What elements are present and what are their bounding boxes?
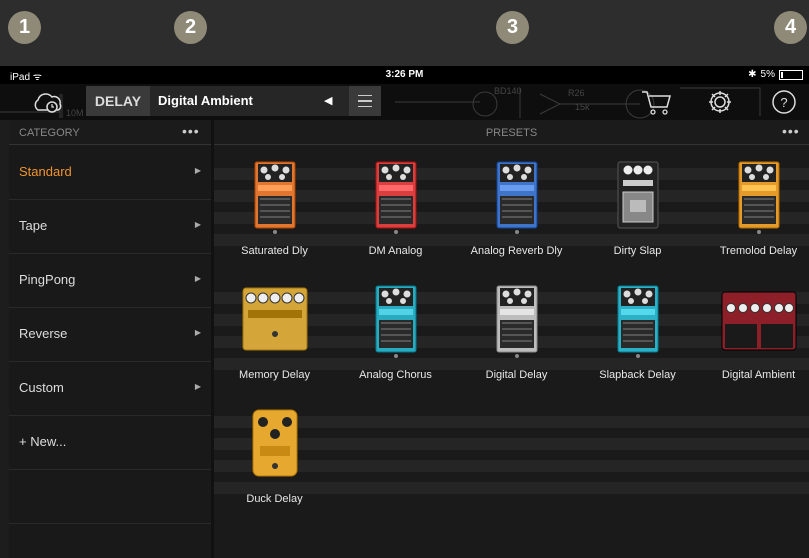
battery-icon xyxy=(779,69,803,80)
status-time: 3:26 PM xyxy=(385,69,424,80)
category-item-pingpong[interactable]: PingPong ▶ xyxy=(9,253,211,308)
category-empty-row xyxy=(9,469,211,524)
battery-status: ✱ 5% xyxy=(748,69,803,80)
preset-label: Dirty Slap xyxy=(613,245,662,257)
preset-dm-analog[interactable]: DM Analog xyxy=(335,160,456,280)
bluetooth-icon: ✱ xyxy=(748,69,757,80)
callout-2: 2 xyxy=(174,11,207,44)
category-more-icon[interactable]: ••• xyxy=(182,123,200,139)
preset-label: Analog Chorus xyxy=(359,369,432,381)
preset-label: Saturated Dly xyxy=(241,245,308,257)
preset-slapback-delay[interactable]: Slapback Delay xyxy=(577,284,698,404)
app-window: iPad ᯤ 3:26 PM ✱ 5% 2n7 10M BD140 R26 15… xyxy=(0,66,809,558)
effect-type-label[interactable]: DELAY xyxy=(86,86,150,116)
category-header: CATEGORY ••• xyxy=(9,120,211,145)
chevron-right-icon: ▶ xyxy=(194,328,201,337)
status-bar: iPad ᯤ 3:26 PM ✱ 5% xyxy=(0,66,809,84)
presets-panel: PRESETS ••• Saturated Dly DM Analog Anal… xyxy=(214,120,809,558)
preset-saturated-dly[interactable]: Saturated Dly xyxy=(214,160,335,280)
schematic-label-10m: 10M xyxy=(66,108,84,118)
callout-1: 1 xyxy=(8,11,41,44)
preset-memory-delay[interactable]: Memory Delay xyxy=(214,284,335,404)
category-item-custom[interactable]: Custom ▶ xyxy=(9,361,211,416)
callout-3: 3 xyxy=(496,11,529,44)
preset-label: Slapback Delay xyxy=(599,369,676,381)
chevron-right-icon: ▶ xyxy=(194,382,201,391)
preset-duck-delay[interactable]: Duck Delay xyxy=(214,408,335,528)
preset-label: Digital Ambient xyxy=(721,369,796,381)
annotation-band: 1 2 3 4 xyxy=(0,0,809,66)
menu-icon xyxy=(358,94,372,97)
preset-digital-ambient[interactable]: Digital Ambient xyxy=(698,284,809,404)
schematic-label-r26: R26 xyxy=(568,88,585,98)
preset-label: DM Analog xyxy=(368,245,423,257)
current-preset-name: Digital Ambient xyxy=(158,93,253,108)
category-title: CATEGORY xyxy=(19,127,80,139)
presets-header: PRESETS ••• xyxy=(214,120,809,145)
cloud-icon[interactable] xyxy=(30,90,66,114)
schematic-label-15k: 15k xyxy=(575,102,590,112)
preset-label: Memory Delay xyxy=(239,369,310,381)
category-item-reverse[interactable]: Reverse ▶ xyxy=(9,307,211,362)
menu-button[interactable] xyxy=(349,86,381,116)
callout-4: 4 xyxy=(774,11,807,44)
svg-text:?: ? xyxy=(780,95,787,110)
preset-digital-delay[interactable]: Digital Delay xyxy=(456,284,577,404)
category-panel: CATEGORY ••• Standard ▶ Tape ▶ PingPong … xyxy=(9,120,211,558)
preset-analog-reverb-dly[interactable]: Analog Reverb Dly xyxy=(456,160,577,280)
category-item-standard[interactable]: Standard ▶ xyxy=(9,145,211,200)
chevron-right-icon: ▶ xyxy=(194,220,201,229)
preset-selector[interactable]: DELAY Digital Ambient ◀ xyxy=(86,86,381,116)
preset-dirty-slap[interactable]: Dirty Slap xyxy=(577,160,698,280)
new-category-button[interactable]: + New... xyxy=(9,415,211,470)
toolbar: 2n7 10M BD140 R26 15k DELAY Digital Ambi… xyxy=(0,84,809,120)
chevron-right-icon: ▶ xyxy=(194,274,201,283)
schematic-label-bd140: BD140 xyxy=(494,86,522,96)
gear-icon[interactable] xyxy=(706,88,734,116)
preset-label: Analog Reverb Dly xyxy=(470,245,563,257)
preset-label: Digital Delay xyxy=(485,369,548,381)
cart-icon[interactable] xyxy=(640,88,674,116)
help-icon[interactable]: ? xyxy=(770,88,798,116)
preset-label: Tremolod Delay xyxy=(719,245,798,257)
previous-arrow-icon[interactable]: ◀ xyxy=(324,94,332,107)
presets-title: PRESETS xyxy=(485,127,538,139)
presets-more-icon[interactable]: ••• xyxy=(782,123,800,139)
preset-tremolod-delay[interactable]: Tremolod Delay xyxy=(698,160,809,280)
preset-analog-chorus[interactable]: Analog Chorus xyxy=(335,284,456,404)
chevron-right-icon: ▶ xyxy=(194,166,201,175)
preset-label: Duck Delay xyxy=(246,493,303,505)
category-item-tape[interactable]: Tape ▶ xyxy=(9,199,211,254)
